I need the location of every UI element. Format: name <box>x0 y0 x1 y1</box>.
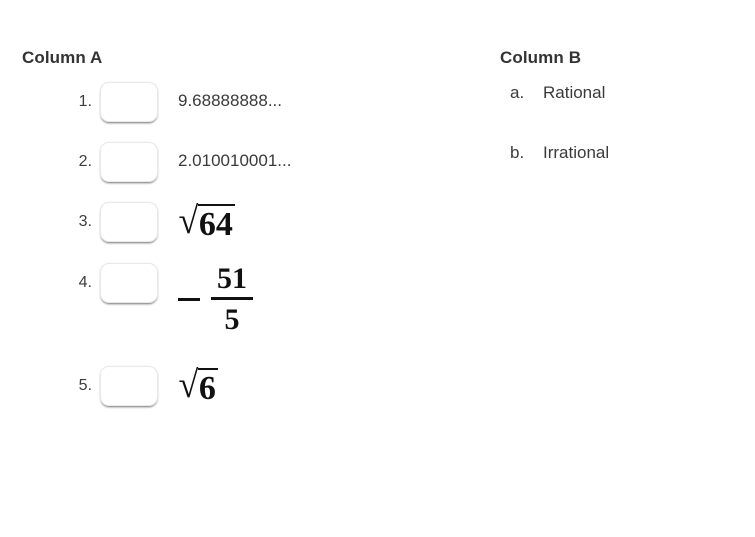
column-b-heading: Column B <box>500 48 582 67</box>
column-a: Column A 1. 9.68888888... 2. 2.010010001… <box>0 48 500 537</box>
answer-input-5[interactable] <box>100 365 158 406</box>
square-root-icon: √ <box>178 363 199 406</box>
square-root-icon: √ <box>178 200 199 242</box>
choice-letter-b: b. <box>510 143 525 162</box>
column-a-list: 1. 9.68888888... 2. 2.010010001... 3. √ … <box>22 82 500 406</box>
answer-input-3[interactable] <box>100 202 158 242</box>
fraction-numerator-4: 51 <box>217 261 247 295</box>
item-number-2: 2. <box>78 153 92 170</box>
column-b-list: a. Rational b. Irrational <box>500 82 755 164</box>
matching-worksheet: Column A 1. 9.68888888... 2. 2.010010001… <box>0 0 755 537</box>
answer-input-4[interactable] <box>100 262 158 303</box>
item-value-2: 2.010010001... <box>178 151 292 170</box>
answer-input-1[interactable] <box>100 82 158 122</box>
list-item: 2. 2.010010001... <box>22 142 500 182</box>
radicand-5: 6 <box>197 367 218 407</box>
choice-label-irrational: Irrational <box>543 143 610 162</box>
item-value-1: 9.68888888... <box>178 91 282 110</box>
list-item: 5. √ 6 <box>22 365 500 407</box>
item-number-1: 1. <box>78 93 92 110</box>
radicand-3: 64 <box>197 204 235 243</box>
choice-letter-a: a. <box>510 83 525 102</box>
fraction-4: 51 5 <box>211 263 253 336</box>
choice-item-irrational[interactable]: b. Irrational <box>500 142 755 164</box>
fraction-denominator-4: 5 <box>211 297 253 336</box>
choice-label-rational: Rational <box>543 83 606 102</box>
choice-item-rational[interactable]: a. Rational <box>500 82 755 104</box>
list-item: 4. 51 5 <box>22 263 500 336</box>
item-value-4: 51 5 <box>178 263 253 336</box>
column-a-heading: Column A <box>22 48 103 67</box>
list-item: 1. 9.68888888... <box>22 82 500 122</box>
item-value-5: √ 6 <box>178 366 218 407</box>
item-number-3: 3. <box>78 213 92 230</box>
list-item: 3. √ 64 <box>22 202 500 243</box>
minus-sign-icon <box>178 297 200 301</box>
item-number-4: 4. <box>78 273 92 291</box>
answer-input-2[interactable] <box>100 142 158 182</box>
column-b: Column B a. Rational b. Irrational <box>500 48 755 537</box>
item-number-5: 5. <box>78 376 92 394</box>
item-value-3: √ 64 <box>178 202 235 243</box>
